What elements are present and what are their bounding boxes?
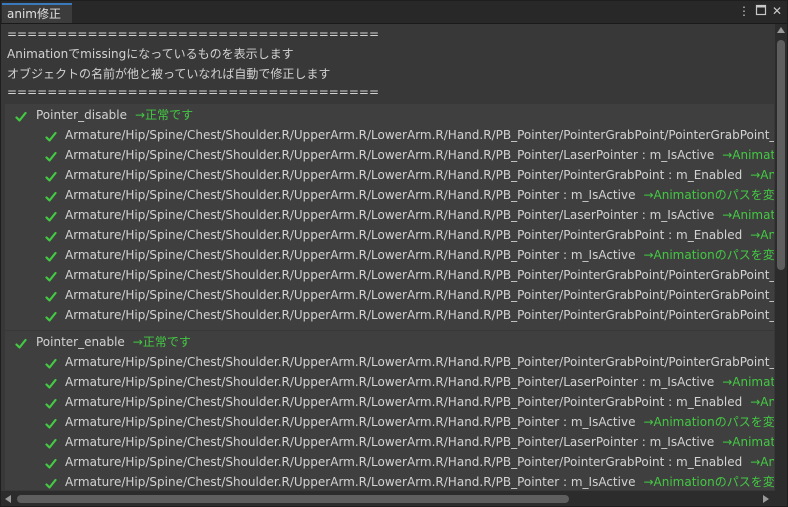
check-icon bbox=[45, 436, 57, 449]
binding-path: Armature/Hip/Spine/Chest/Shoulder.R/Uppe… bbox=[65, 268, 774, 282]
list-item: Armature/Hip/Spine/Chest/Shoulder.R/Uppe… bbox=[45, 372, 774, 392]
binding-path: Armature/Hip/Spine/Chest/Shoulder.R/Uppe… bbox=[65, 308, 774, 322]
section-status: →正常です bbox=[132, 335, 191, 349]
tab-bar: anim修正 ⋮ ✕ bbox=[1, 1, 787, 24]
separator-top: ===================================== bbox=[7, 27, 380, 41]
check-icon bbox=[45, 376, 57, 389]
binding-path: Armature/Hip/Spine/Chest/Shoulder.R/Uppe… bbox=[65, 455, 743, 469]
check-icon bbox=[45, 169, 57, 182]
list-item: Armature/Hip/Spine/Chest/Shoulder.R/Uppe… bbox=[45, 145, 774, 165]
section-status: →正常です bbox=[135, 108, 194, 122]
fix-note: →Animation bbox=[750, 455, 774, 469]
list-item: Armature/Hip/Spine/Chest/Shoulder.R/Uppe… bbox=[45, 245, 774, 265]
list-item: Armature/Hip/Spine/Chest/Shoulder.R/Uppe… bbox=[45, 165, 774, 185]
list-item: Armature/Hip/Spine/Chest/Shoulder.R/Uppe… bbox=[45, 225, 774, 245]
binding-path: Armature/Hip/Spine/Chest/Shoulder.R/Uppe… bbox=[65, 395, 743, 409]
section-title: Pointer_disable bbox=[36, 108, 128, 122]
log-content: ===================================== An… bbox=[1, 24, 774, 490]
vertical-scroll-thumb[interactable] bbox=[777, 40, 785, 270]
fix-note: →Animationのパス bbox=[722, 148, 774, 162]
check-icon bbox=[45, 249, 57, 262]
list-item: Armature/Hip/Spine/Chest/Shoulder.R/Uppe… bbox=[45, 432, 774, 452]
binding-path: Armature/Hip/Spine/Chest/Shoulder.R/Uppe… bbox=[65, 435, 715, 449]
scroll-left-icon[interactable] bbox=[5, 495, 11, 503]
fix-note: →Animationのパスを変更しました bbox=[643, 415, 774, 429]
binding-path: Armature/Hip/Spine/Chest/Shoulder.R/Uppe… bbox=[65, 128, 774, 142]
fix-note: →Animation bbox=[750, 168, 774, 182]
list-item: Armature/Hip/Spine/Chest/Shoulder.R/Uppe… bbox=[45, 412, 774, 432]
list-item: Armature/Hip/Spine/Chest/Shoulder.R/Uppe… bbox=[45, 205, 774, 225]
fix-note: →Animationのパスを bbox=[750, 228, 774, 242]
description-line-2: オブジェクトの名前が他と被っていなれば自動で修正します bbox=[7, 67, 331, 81]
fix-note: →Animationのパス bbox=[722, 435, 774, 449]
list-item: Armature/Hip/Spine/Chest/Shoulder.R/Uppe… bbox=[45, 305, 774, 325]
fix-note: →Animationのパスを変更しました bbox=[643, 188, 774, 202]
check-icon bbox=[45, 476, 57, 489]
binding-path: Armature/Hip/Spine/Chest/Shoulder.R/Uppe… bbox=[65, 168, 743, 182]
check-icon bbox=[45, 189, 57, 202]
scroll-up-icon[interactable] bbox=[777, 27, 785, 33]
list-item: Armature/Hip/Spine/Chest/Shoulder.R/Uppe… bbox=[45, 265, 774, 285]
binding-path: Armature/Hip/Spine/Chest/Shoulder.R/Uppe… bbox=[65, 248, 636, 262]
check-icon bbox=[45, 229, 57, 242]
fix-note: →Animationのパス bbox=[722, 208, 774, 222]
scroll-right-icon[interactable] bbox=[763, 495, 769, 503]
vertical-scrollbar[interactable] bbox=[775, 24, 787, 491]
fix-note: →Animation bbox=[750, 395, 774, 409]
maximize-icon[interactable] bbox=[754, 4, 768, 18]
check-icon bbox=[45, 416, 57, 429]
check-icon bbox=[45, 396, 57, 409]
binding-path: Armature/Hip/Spine/Chest/Shoulder.R/Uppe… bbox=[65, 415, 636, 429]
check-icon bbox=[45, 289, 57, 302]
check-icon bbox=[45, 149, 57, 162]
check-icon bbox=[45, 129, 57, 142]
section-header: Pointer_disable →正常です bbox=[15, 105, 193, 125]
check-icon bbox=[45, 456, 57, 469]
section-title: Pointer_enable bbox=[36, 335, 125, 349]
list-item: Armature/Hip/Spine/Chest/Shoulder.R/Uppe… bbox=[45, 352, 774, 372]
description-line-1: Animationでmissingになっているものを表示します bbox=[7, 47, 294, 61]
check-icon bbox=[45, 209, 57, 222]
close-icon[interactable]: ✕ bbox=[770, 4, 784, 18]
separator-bottom: ===================================== bbox=[7, 85, 380, 99]
fix-note: →Animationのパスを変更しました bbox=[643, 475, 774, 489]
editor-window: anim修正 ⋮ ✕ =============================… bbox=[0, 0, 788, 507]
binding-path: Armature/Hip/Spine/Chest/Shoulder.R/Uppe… bbox=[65, 228, 743, 242]
check-icon bbox=[15, 109, 27, 122]
horizontal-scrollbar[interactable] bbox=[1, 491, 787, 506]
list-item: Armature/Hip/Spine/Chest/Shoulder.R/Uppe… bbox=[45, 452, 774, 472]
binding-path: Armature/Hip/Spine/Chest/Shoulder.R/Uppe… bbox=[65, 288, 774, 302]
check-icon bbox=[15, 336, 27, 349]
binding-path: Armature/Hip/Spine/Chest/Shoulder.R/Uppe… bbox=[65, 188, 636, 202]
list-item: Armature/Hip/Spine/Chest/Shoulder.R/Uppe… bbox=[45, 125, 774, 145]
list-item: Armature/Hip/Spine/Chest/Shoulder.R/Uppe… bbox=[45, 472, 774, 490]
list-item: Armature/Hip/Spine/Chest/Shoulder.R/Uppe… bbox=[45, 185, 774, 205]
check-icon bbox=[45, 309, 57, 322]
binding-path: Armature/Hip/Spine/Chest/Shoulder.R/Uppe… bbox=[65, 375, 715, 389]
binding-path: Armature/Hip/Spine/Chest/Shoulder.R/Uppe… bbox=[65, 208, 715, 222]
list-item: Armature/Hip/Spine/Chest/Shoulder.R/Uppe… bbox=[45, 392, 774, 412]
fix-note: →Animationのパス bbox=[722, 375, 774, 389]
binding-path: Armature/Hip/Spine/Chest/Shoulder.R/Uppe… bbox=[65, 148, 715, 162]
check-icon bbox=[45, 269, 57, 282]
fix-note: →Animationのパスを変更しました bbox=[643, 248, 774, 262]
tab-anim-fix[interactable]: anim修正 bbox=[2, 3, 72, 23]
binding-path: Armature/Hip/Spine/Chest/Shoulder.R/Uppe… bbox=[65, 475, 636, 489]
kebab-menu-icon[interactable]: ⋮ bbox=[737, 4, 751, 18]
section-header: Pointer_enable →正常です bbox=[15, 332, 191, 352]
horizontal-scroll-thumb[interactable] bbox=[17, 495, 569, 503]
list-item: Armature/Hip/Spine/Chest/Shoulder.R/Uppe… bbox=[45, 285, 774, 305]
binding-path: Armature/Hip/Spine/Chest/Shoulder.R/Uppe… bbox=[65, 355, 774, 369]
check-icon bbox=[45, 356, 57, 369]
